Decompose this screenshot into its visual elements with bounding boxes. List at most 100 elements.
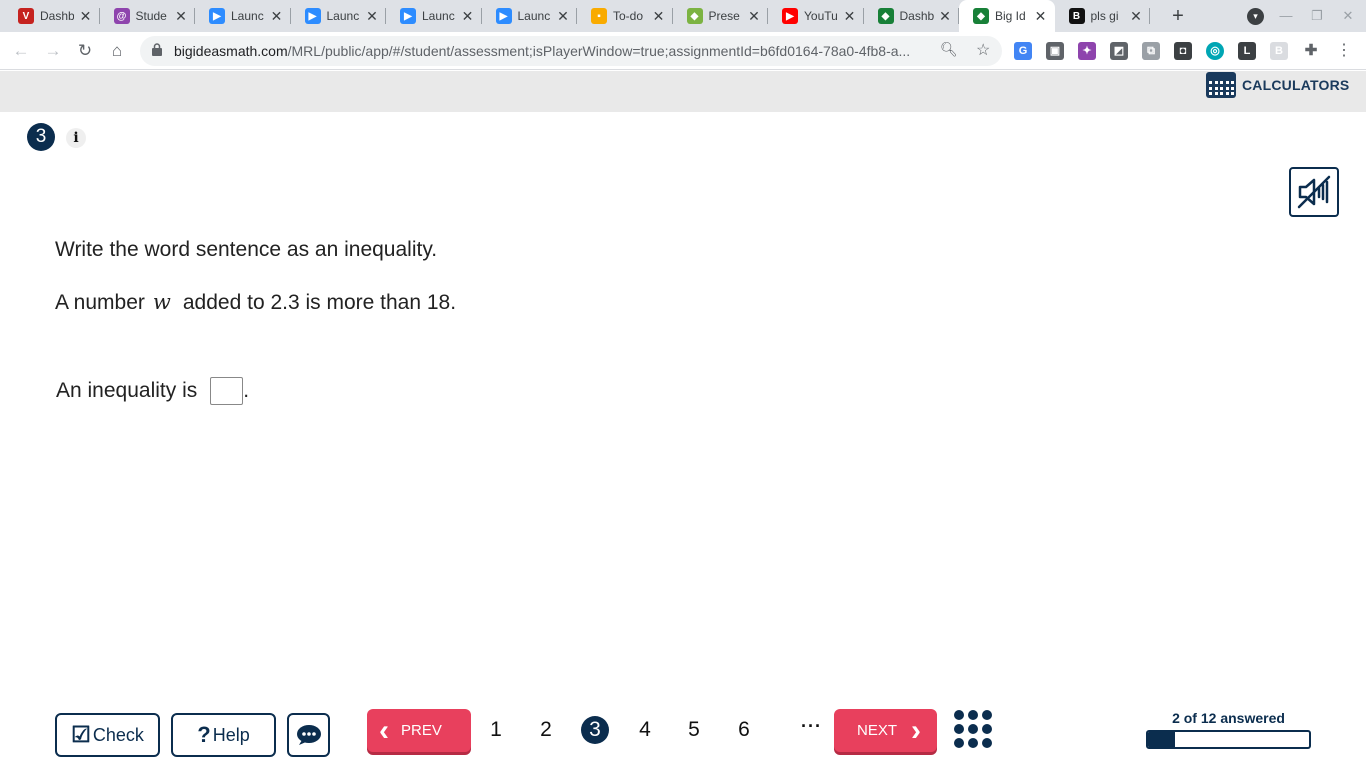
calculator-key (1225, 86, 1229, 90)
progress-indicator: 2 of 12 answered (1146, 710, 1311, 749)
answer-end: . (243, 379, 250, 402)
prev-button[interactable]: ‹ PREV (367, 709, 471, 752)
app-header (0, 71, 1366, 112)
close-tab-icon[interactable]: ✕ (746, 8, 762, 24)
restore-icon[interactable]: ❐ (1307, 6, 1327, 26)
extension-icon[interactable]: ✦ (1078, 42, 1096, 60)
extension-icon[interactable]: ◘ (1174, 42, 1192, 60)
forward-icon[interactable]: → (42, 40, 64, 62)
page-button[interactable]: 6 (730, 716, 758, 744)
question-sentence: A number w added to 2.3 is more than 18. (55, 290, 456, 315)
more-pages-ellipsis[interactable]: ··· (801, 716, 822, 737)
bookmark-star-icon[interactable]: ☆ (976, 40, 990, 60)
zoom-icon[interactable]: 🔍︎ (940, 41, 958, 58)
close-tab-icon[interactable]: ✕ (364, 8, 380, 24)
grid-dot (968, 710, 978, 720)
info-icon[interactable]: i (66, 128, 86, 148)
page-button[interactable]: 3 (581, 716, 609, 744)
close-tab-icon[interactable]: ✕ (460, 8, 476, 24)
extension-icon[interactable]: B (1270, 42, 1288, 60)
extension-icon[interactable]: ▣ (1046, 42, 1064, 60)
answer-row: An inequality is . (56, 377, 249, 405)
reload-icon[interactable]: ↻ (74, 40, 96, 62)
browser-tab[interactable]: ▪ To-do ✕ (577, 0, 673, 32)
question-number-badge: 3 (27, 123, 55, 151)
page-button[interactable]: 1 (482, 716, 510, 744)
chat-button[interactable] (287, 713, 330, 757)
browser-toolbar: ← → ↻ ⌂ bigideasmath.com/MRL/public/app/… (0, 32, 1366, 70)
calculator-key (1209, 92, 1212, 95)
browser-tab[interactable]: ▶ Launc ✕ (482, 0, 577, 32)
check-button[interactable]: ☑ Check (55, 713, 160, 757)
question-instruction: Write the word sentence as an inequality… (55, 238, 438, 261)
browser-menu-icon[interactable]: ⋮ (1336, 40, 1352, 60)
chat-bubble-icon (296, 725, 321, 745)
sentence-after: added to 2.3 is more than 18. (182, 291, 457, 314)
close-window-icon[interactable]: ✕ (1338, 6, 1358, 26)
help-button[interactable]: ? Help (171, 713, 276, 757)
url-path: /MRL/public/app/#/student/assessment;isP… (287, 43, 911, 59)
close-tab-icon[interactable]: ✕ (78, 8, 94, 24)
extensions-puzzle-icon[interactable]: ✚ (1302, 42, 1320, 60)
calculator-icon (1206, 72, 1236, 98)
calculator-key (1214, 92, 1218, 95)
audio-mute-button[interactable] (1289, 167, 1339, 217)
calculators-button[interactable]: CALCULATORS (1206, 72, 1349, 98)
classroom-icon: ▪ (591, 8, 607, 24)
new-tab-button[interactable]: + (1166, 4, 1190, 28)
back-icon[interactable]: ← (10, 40, 32, 62)
answer-input[interactable] (210, 377, 244, 405)
browser-tab[interactable]: ▶ Launc ✕ (291, 0, 386, 32)
progress-fill (1148, 732, 1175, 747)
calculator-key (1209, 81, 1212, 84)
translate-extension-icon[interactable]: G (1014, 42, 1032, 60)
calculator-key (1209, 86, 1212, 90)
zoom-icon: ▶ (400, 8, 416, 24)
close-tab-icon[interactable]: ✕ (269, 8, 285, 24)
browser-tab[interactable]: Bpls gi ✕ (1055, 0, 1150, 32)
close-tab-icon[interactable]: ✕ (842, 8, 858, 24)
question-grid-icon[interactable] (954, 710, 994, 750)
tab-title: Prese (708, 9, 740, 23)
close-tab-icon[interactable]: ✕ (651, 8, 667, 24)
address-bar[interactable]: bigideasmath.com/MRL/public/app/#/studen… (140, 36, 1002, 66)
minimize-icon[interactable]: — (1276, 6, 1296, 26)
close-tab-icon[interactable]: ✕ (173, 8, 189, 24)
next-button[interactable]: NEXT › (834, 709, 937, 752)
grid-dot (982, 738, 992, 748)
tab-title: Stude (135, 9, 167, 23)
calculator-key (1214, 81, 1218, 84)
close-tab-icon[interactable]: ✕ (937, 8, 953, 24)
extension-icon[interactable]: ◎ (1206, 42, 1224, 60)
url-host: bigideasmath.com (174, 43, 288, 59)
extension-icon[interactable]: ⧉ (1142, 42, 1160, 60)
extension-icon[interactable]: ◩ (1110, 42, 1128, 60)
close-tab-icon[interactable]: ✕ (555, 8, 571, 24)
browser-tab[interactable]: ▶ YouTu ✕ (768, 0, 864, 32)
browser-tab[interactable]: ◆ Prese ✕ (673, 0, 768, 32)
close-tab-icon[interactable]: ✕ (1128, 8, 1144, 24)
browser-tab[interactable]: ▶ Launc ✕ (195, 0, 291, 32)
tab-title: Dashb (899, 9, 934, 23)
browser-tab[interactable]: @ Stude ✕ (100, 0, 195, 32)
grid-dot (968, 724, 978, 734)
browser-tab[interactable]: ▶ Launc ✕ (386, 0, 482, 32)
tab-title: YouTu (804, 9, 838, 23)
bim-icon: ◆ (877, 8, 894, 24)
home-icon[interactable]: ⌂ (106, 40, 128, 62)
browser-tab[interactable]: ◆ Big Id ✕ (959, 0, 1055, 32)
browser-tab[interactable]: ◆ Dashb ✕ (864, 0, 959, 32)
browser-tab[interactable]: V Dashb ✕ (4, 0, 100, 32)
extension-icon[interactable]: L (1238, 42, 1256, 60)
brainly-icon: B (1068, 8, 1085, 24)
grid-dot (954, 738, 964, 748)
close-tab-icon[interactable]: ✕ (1033, 8, 1049, 24)
page-button[interactable]: 2 (532, 716, 560, 744)
page-button[interactable]: 5 (680, 716, 708, 744)
next-label: NEXT (857, 722, 898, 739)
calculator-key (1225, 81, 1229, 84)
prev-label: PREV (401, 722, 442, 739)
page-button[interactable]: 4 (631, 716, 659, 744)
url-text: bigideasmath.com/MRL/public/app/#/studen… (174, 43, 934, 59)
tab-search-icon[interactable]: ▾ (1247, 8, 1264, 25)
